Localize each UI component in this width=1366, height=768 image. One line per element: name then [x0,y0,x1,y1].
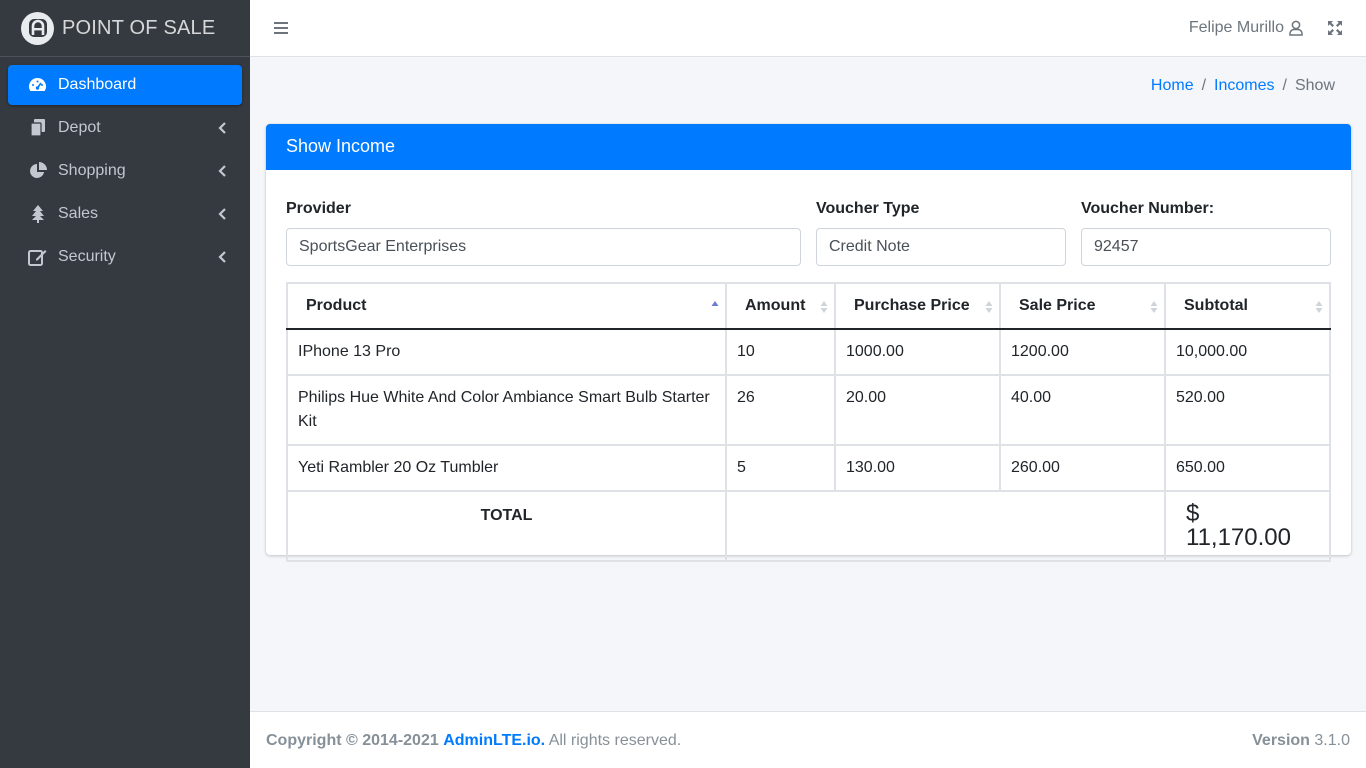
version-label: Version [1252,732,1310,749]
breadcrumb-incomes-link[interactable]: Incomes [1214,77,1274,95]
topbar: Felipe Murillo [250,0,1366,57]
voucher-type-label: Voucher Type [816,200,920,217]
sidebar-item-label: Dashboard [58,76,137,93]
column-header-purchase-price[interactable]: Purchase Price [834,282,1001,330]
chevron-left-icon [218,251,226,263]
footer-copyright: Copyright © 2014-2021 [266,732,439,749]
version-value: 3.1.0 [1314,732,1350,749]
footer: Copyright © 2014-2021 AdminLTE.io. All r… [250,711,1366,768]
sort-icon [820,301,828,313]
user-name: Felipe Murillo [1188,19,1284,36]
sort-icon [1150,301,1158,313]
column-header-subtotal[interactable]: Subtotal [1164,282,1331,330]
cell-product: Philips Hue White And Color Ambiance Sma… [286,374,727,446]
sidebar-item-depot[interactable]: Depot [8,108,242,148]
cell-subtotal: 650.00 [1164,444,1331,492]
footer-adminlte-link[interactable]: AdminLTE.io. [443,732,545,749]
cell-sale-price: 260.00 [999,444,1166,492]
total-row: TOTAL $ 11,170.00 [286,490,1331,562]
cell-product: Yeti Rambler 20 Oz Tumbler [286,444,727,492]
column-header-amount[interactable]: Amount [725,282,836,330]
sort-icon [1315,301,1323,313]
breadcrumb-home-link[interactable]: Home [1151,77,1194,95]
sidebar-item-security[interactable]: Security [8,237,242,277]
sidebar-item-sales[interactable]: Sales [8,194,242,234]
cell-purchase-price: 1000.00 [834,328,1001,376]
cell-sale-price: 40.00 [999,374,1166,446]
sidebar-item-shopping[interactable]: Shopping [8,151,242,191]
hamburger-icon[interactable] [274,21,288,35]
sidebar-item-label: Depot [58,119,101,136]
column-header-product[interactable]: Product [286,282,727,330]
footer-version: Version 3.1.0 [1252,732,1350,750]
provider-field[interactable] [286,228,801,266]
breadcrumb-current: Show [1294,77,1335,94]
column-header-label: Subtotal [1184,297,1248,314]
sidebar-item-label: Shopping [58,162,126,179]
tree-icon [28,205,47,224]
column-header-label: Purchase Price [854,297,970,314]
cell-sale-price: 1200.00 [999,328,1166,376]
income-details-table: Product Amount Purchase Price Sale Price… [286,282,1331,562]
total-value: $ 11,170.00 [1164,490,1331,562]
sort-icon [985,301,993,313]
sidebar-item-dashboard[interactable]: Dashboard [8,65,242,105]
footer-rights: All rights reserved. [548,732,682,749]
column-header-label: Amount [745,297,806,314]
column-header-sale-price[interactable]: Sale Price [999,282,1166,330]
voucher-type-group: Voucher Type [816,200,1066,266]
brand-link[interactable]: POINT OF SALE [0,0,250,57]
letter-a-logo-icon [21,11,54,45]
breadcrumb-separator: / [1282,77,1287,94]
cell-purchase-price: 20.00 [834,374,1001,446]
voucher-type-field[interactable] [816,228,1066,266]
pie-chart-icon [28,162,47,181]
breadcrumb-separator: / [1201,77,1207,94]
table-row: Philips Hue White And Color Ambiance Sma… [286,374,1331,446]
sidebar-item-label: Sales [58,205,99,222]
user-menu[interactable]: Felipe Murillo [1189,19,1304,37]
cell-purchase-price: 130.00 [834,444,1001,492]
cell-amount: 5 [725,444,836,492]
sort-ascending-icon [711,301,719,306]
voucher-number-field[interactable] [1081,228,1331,266]
total-spacer [725,490,1166,562]
cell-amount: 26 [725,374,836,446]
provider-label: Provider [286,200,351,217]
brand-title: POINT OF SALE [62,16,216,39]
cell-product: IPhone 13 Pro [286,328,727,376]
sidebar: POINT OF SALE Dashboard Depot Shopping S… [0,0,250,768]
cell-amount: 10 [725,328,836,376]
table-row: IPhone 13 Pro 10 1000.00 1200.00 10,000.… [286,328,1331,376]
column-header-label: Product [306,297,367,314]
tachometer-icon [28,76,47,95]
edit-icon [28,248,47,267]
column-header-label: Sale Price [1019,297,1096,314]
chevron-left-icon [218,165,226,177]
chevron-left-icon [218,208,226,220]
voucher-number-group: Voucher Number: [1081,200,1331,266]
table-header-row: Product Amount Purchase Price Sale Price… [286,282,1331,330]
card-title: Show Income [266,124,1351,170]
income-form: Provider Voucher Type Voucher Number: [286,200,1331,270]
sidebar-nav: Dashboard Depot Shopping Sales Security [0,57,250,277]
sidebar-item-label: Security [58,248,116,265]
user-icon [1289,20,1303,36]
breadcrumb: Home / Incomes / Show [1151,77,1335,95]
voucher-number-label: Voucher Number: [1081,200,1215,217]
cell-subtotal: 520.00 [1164,374,1331,446]
provider-group: Provider [286,200,801,266]
copy-icon [28,119,47,138]
chevron-left-icon [218,122,226,134]
cell-subtotal: 10,000.00 [1164,328,1331,376]
expand-arrows-icon[interactable] [1327,20,1343,36]
table-row: Yeti Rambler 20 Oz Tumbler 5 130.00 260.… [286,444,1331,492]
show-income-card: Show Income Provider Voucher Type Vouche… [266,124,1351,562]
total-label: TOTAL [286,490,727,562]
